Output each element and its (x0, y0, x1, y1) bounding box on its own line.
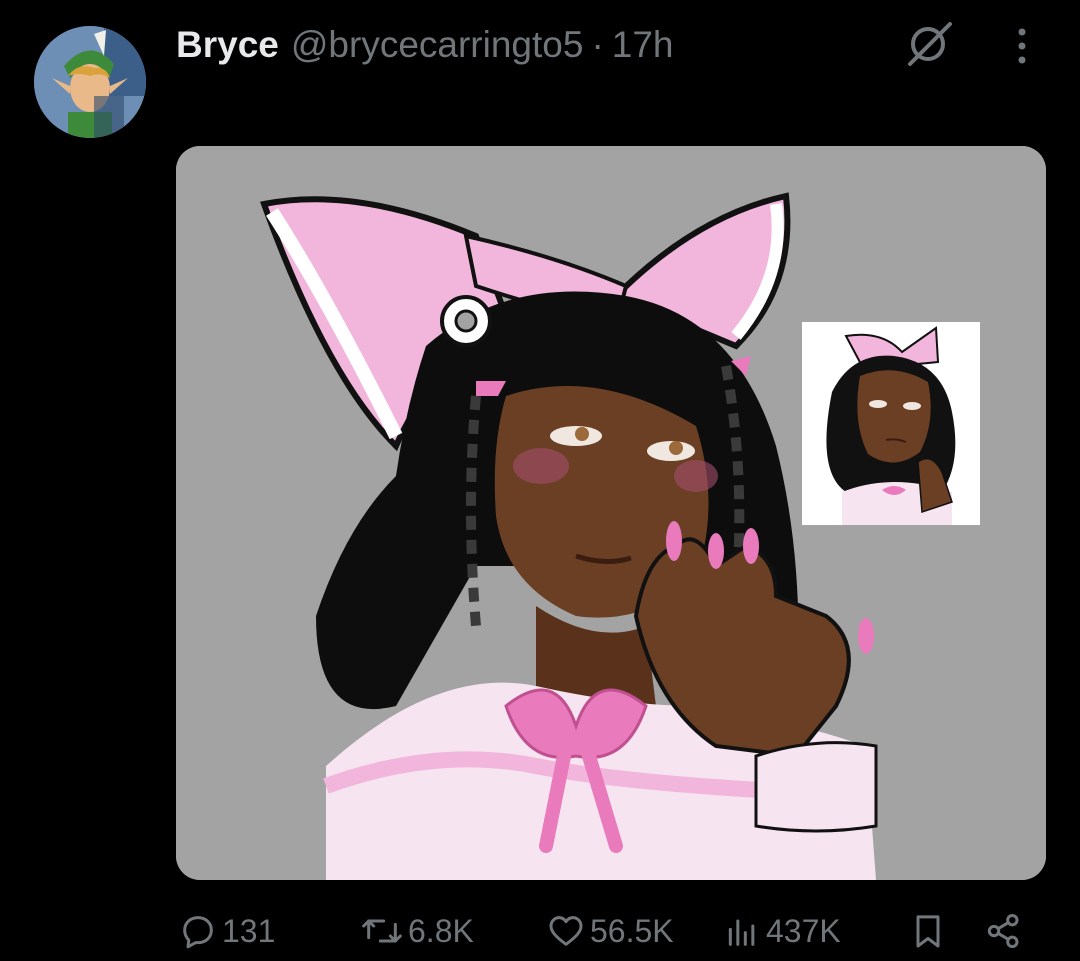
reply-count: 131 (222, 912, 276, 949)
like-icon (549, 916, 583, 946)
share-icon (987, 914, 1019, 948)
tweet-header: Bryce @brycecarringto5 · 17h (176, 22, 674, 68)
like-button[interactable]: 56.5K (546, 906, 674, 956)
views-button[interactable]: 437K (722, 906, 841, 956)
bookmark-button[interactable] (908, 906, 952, 956)
header-separator: · (591, 24, 604, 65)
retweet-icon (362, 919, 402, 943)
share-button[interactable] (984, 906, 1028, 956)
tweet-actions: 131 6.8K 56.5K 437K (176, 900, 1046, 960)
avatar-image (34, 26, 146, 138)
timestamp[interactable]: 17h (612, 22, 674, 68)
bookmark-icon (916, 915, 940, 948)
like-count: 56.5K (590, 912, 674, 949)
reply-icon (183, 916, 213, 949)
more-icon[interactable] (1002, 24, 1042, 68)
tweet-media[interactable] (176, 146, 1046, 880)
views-icon (728, 919, 755, 946)
author-avatar[interactable] (34, 26, 146, 138)
reference-image (802, 322, 980, 525)
repost-count: 6.8K (408, 912, 474, 949)
user-handle[interactable]: @brycecarringto5 (291, 22, 584, 68)
reply-button[interactable]: 131 (178, 906, 275, 956)
repost-button[interactable]: 6.8K (360, 906, 474, 956)
grok-icon[interactable] (904, 18, 954, 68)
display-name[interactable]: Bryce (176, 22, 279, 68)
reference-thumbnail (802, 322, 980, 525)
view-count: 437K (766, 912, 841, 949)
